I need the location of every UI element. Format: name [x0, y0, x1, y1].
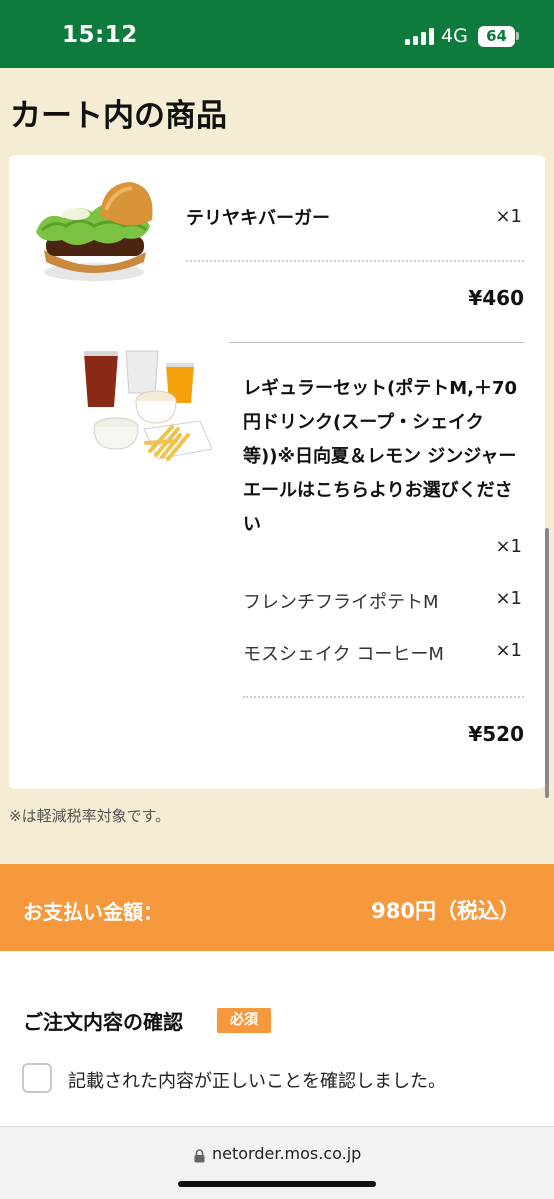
- payment-total: 980円（税込）: [371, 899, 520, 923]
- item-separator: [229, 342, 524, 343]
- order-confirmation-section: ご注文内容の確認 必須 記載された内容が正しいことを確認しました。: [0, 951, 554, 1126]
- item-price: ¥460: [468, 286, 524, 310]
- option-quantity: ×1: [495, 640, 522, 661]
- browser-address-bar[interactable]: netorder.mos.co.jp: [0, 1126, 554, 1199]
- page-title: カート内の商品: [10, 98, 227, 134]
- tax-note: ※は軽減税率対象です。: [9, 807, 171, 825]
- confirm-checkbox[interactable]: [22, 1063, 52, 1093]
- item-name: テリヤキバーガー: [186, 208, 330, 229]
- payment-label: お支払い金額：: [23, 900, 163, 924]
- required-badge: 必須: [217, 1008, 271, 1033]
- confirm-checkbox-label[interactable]: 記載された内容が正しいことを確認しました。: [68, 1067, 446, 1093]
- home-indicator[interactable]: [178, 1181, 376, 1187]
- network-type: 4G: [441, 25, 468, 47]
- item-name: レギュラーセット(ポテトM,＋70円ドリンク(スープ・シェイク等))※日向夏＆レ…: [243, 378, 518, 535]
- status-bar: 15:12 4G 64: [0, 0, 554, 68]
- status-time: 15:12: [62, 22, 138, 48]
- option-name: フレンチフライポテトM: [243, 592, 439, 613]
- item-divider: [186, 260, 524, 262]
- signal-strength-icon: [405, 28, 435, 45]
- item-price: ¥520: [468, 722, 524, 746]
- confirmation-title: ご注文内容の確認: [23, 1010, 183, 1034]
- scrollbar[interactable]: [545, 528, 549, 798]
- payment-total-bar: お支払い金額： 980円（税込）: [0, 864, 554, 951]
- regular-set-image: [84, 350, 213, 461]
- option-quantity: ×1: [495, 588, 522, 609]
- battery-cap: [516, 32, 519, 40]
- teriyaki-burger-image: [36, 182, 153, 281]
- url-text[interactable]: netorder.mos.co.jp: [212, 1144, 361, 1163]
- lock-icon: [194, 1149, 205, 1163]
- item-divider: [243, 696, 524, 698]
- item-quantity: ×1: [495, 536, 522, 557]
- item-quantity: ×1: [495, 206, 522, 227]
- option-name: モスシェイク コーヒーM: [243, 644, 444, 665]
- battery-icon: 64: [478, 26, 515, 47]
